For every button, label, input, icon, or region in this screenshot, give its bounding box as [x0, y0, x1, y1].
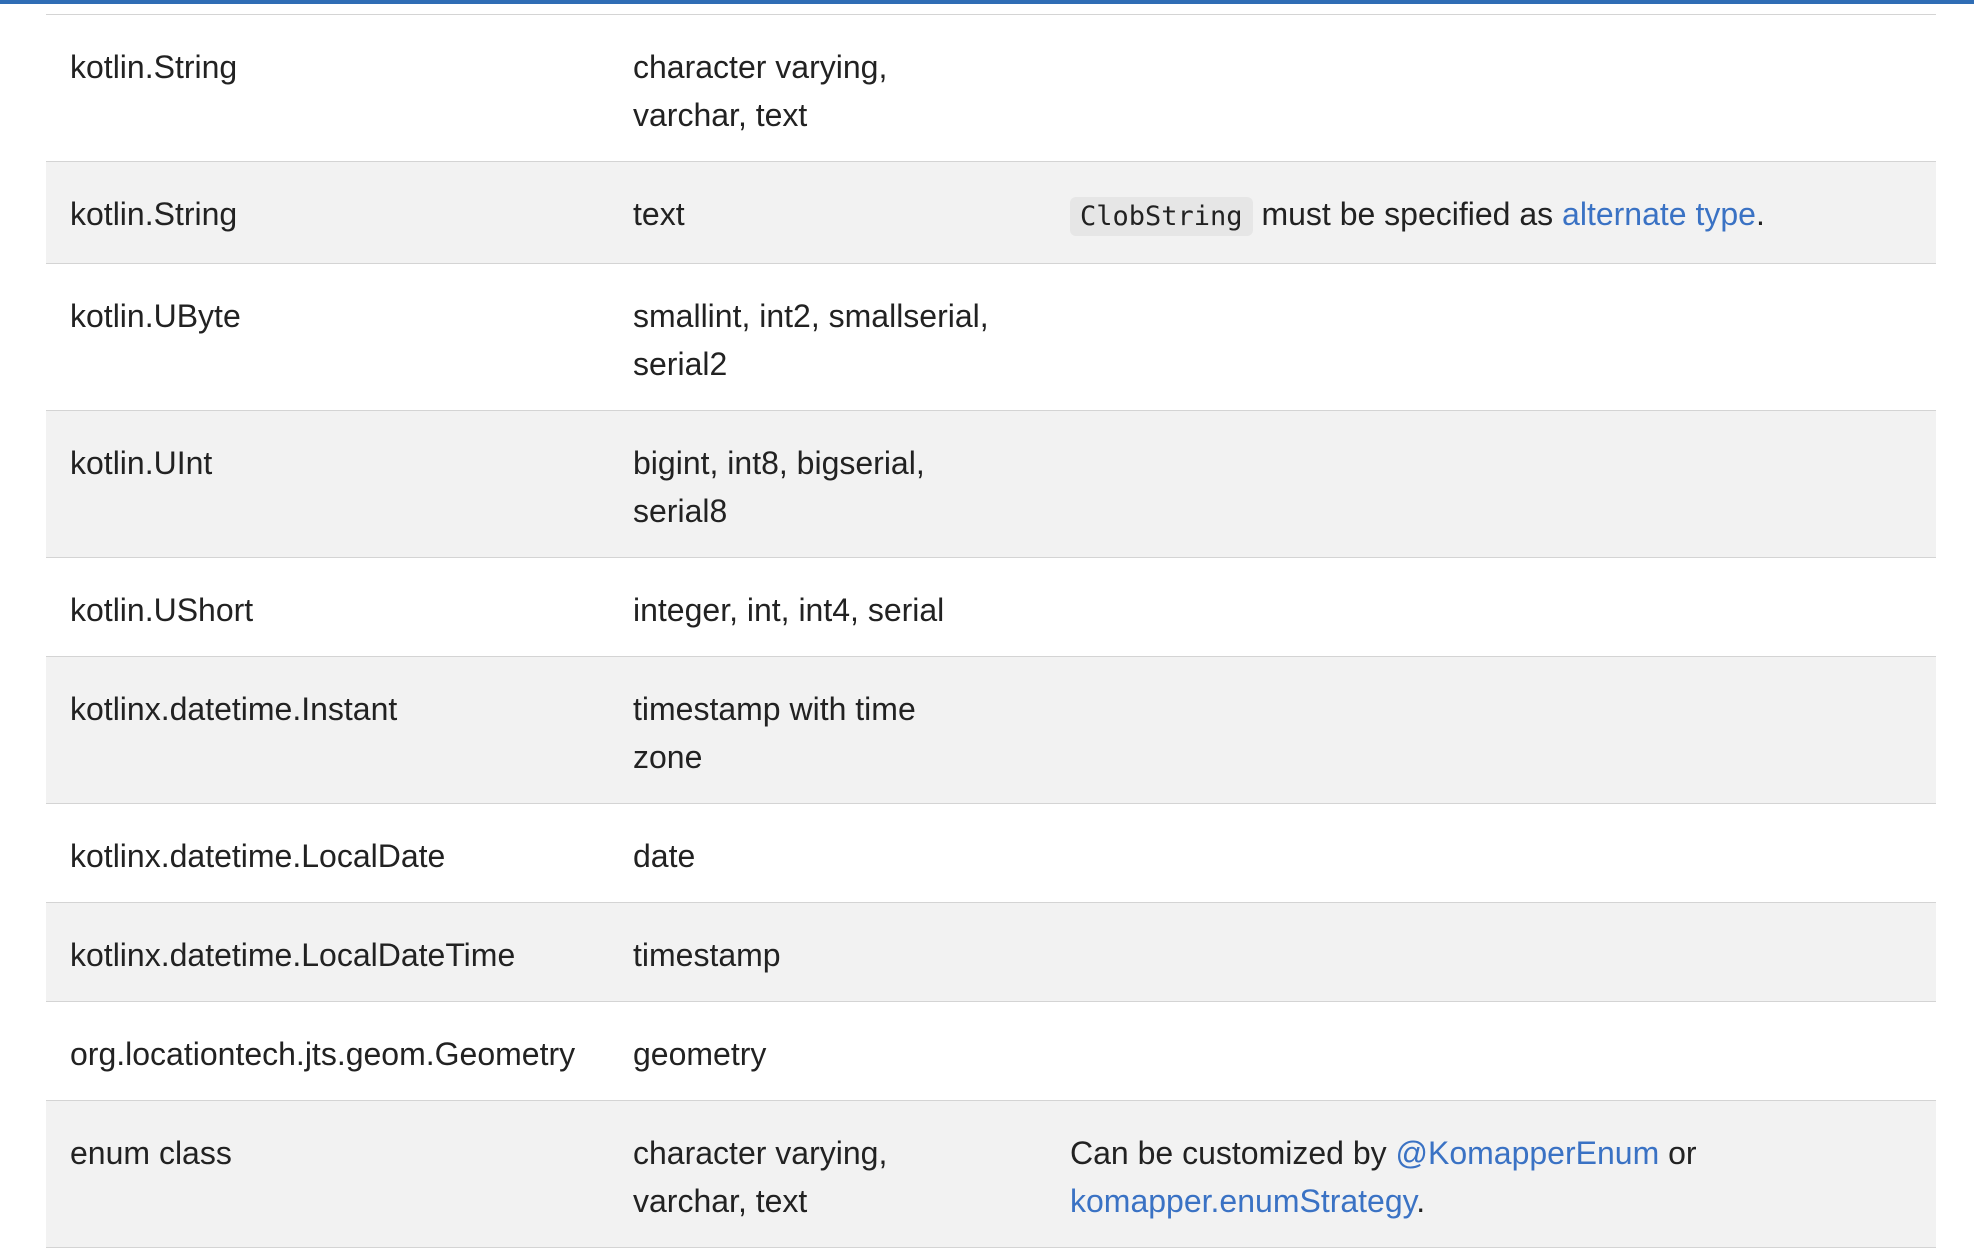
kotlin-type-cell: kotlin.UShort: [70, 592, 254, 628]
sql-type-line: zone: [633, 739, 703, 775]
note-end: .: [1416, 1183, 1426, 1219]
note-cell: [1056, 804, 1936, 903]
code-snippet: ClobString: [1070, 197, 1253, 236]
sql-type-line: timestamp with time: [633, 691, 916, 727]
sql-type-line: geometry: [633, 1036, 767, 1072]
kotlin-type-cell: kotlinx.datetime.LocalDate: [70, 838, 446, 874]
note-text: or: [1659, 1135, 1697, 1171]
kotlin-type-cell: org.locationtech.jts.geom.Geometry: [70, 1036, 576, 1072]
note-text: must be specified as: [1252, 196, 1563, 232]
type-mapping-table: kotlin.String character varying, varchar…: [46, 14, 1936, 1248]
kotlin-type-cell: kotlin.String: [70, 196, 238, 232]
note-cell: ClobString must be specified as alternat…: [1056, 162, 1936, 264]
table-row: enum class character varying, varchar, t…: [46, 1100, 1936, 1248]
table-row: kotlin.String character varying, varchar…: [46, 14, 1936, 162]
alternate-type-link[interactable]: alternate type: [1562, 196, 1756, 232]
sql-type-cell: smallint, int2, smallserial, serial2: [626, 264, 1056, 411]
sql-type-line: serial2: [633, 346, 728, 382]
sql-type-line: character varying,: [633, 49, 888, 85]
sql-type-cell: timestamp with time zone: [626, 657, 1056, 804]
kotlin-type-cell: kotlin.UByte: [70, 298, 241, 334]
sql-type-cell: integer, int, int4, serial: [626, 558, 1056, 657]
note-end: .: [1755, 196, 1765, 232]
table-row: kotlinx.datetime.LocalDateTime timestamp: [46, 902, 1936, 1002]
sql-type-line: serial8: [633, 493, 728, 529]
kotlin-type-cell: kotlinx.datetime.Instant: [70, 691, 398, 727]
note-text: Can be customized by: [1070, 1135, 1396, 1171]
table-row: kotlin.UShort integer, int, int4, serial: [46, 557, 1936, 657]
note-cell: [1056, 558, 1936, 657]
note-cell: [1056, 903, 1936, 1002]
sql-type-cell: character varying, varchar, text: [626, 15, 1056, 162]
sql-type-line: character varying,: [633, 1135, 888, 1171]
note-cell: [1056, 411, 1936, 558]
table-row: kotlinx.datetime.Instant timestamp with …: [46, 656, 1936, 804]
sql-type-line: bigint, int8, bigserial,: [633, 445, 925, 481]
table-row: kotlin.UByte smallint, int2, smallserial…: [46, 263, 1936, 411]
sql-type-cell: text: [626, 162, 1056, 264]
sql-type-cell: timestamp: [626, 903, 1056, 1002]
kotlin-type-cell: enum class: [70, 1135, 232, 1171]
table-row: kotlin.UInt bigint, int8, bigserial, ser…: [46, 410, 1936, 558]
sql-type-line: date: [633, 838, 696, 874]
sql-type-line: timestamp: [633, 937, 781, 973]
sql-type-cell: character varying, varchar, text: [626, 1101, 1056, 1248]
sql-type-line: text: [633, 196, 685, 232]
top-accent-bar: [0, 0, 1974, 4]
type-mapping-table-container: kotlin.String character varying, varchar…: [46, 14, 1936, 1248]
kotlin-type-cell: kotlinx.datetime.LocalDateTime: [70, 937, 516, 973]
table-row: kotlin.String text ClobString must be sp…: [46, 161, 1936, 264]
note-cell: [1056, 15, 1936, 162]
sql-type-line: smallint, int2, smallserial,: [633, 298, 989, 334]
sql-type-cell: geometry: [626, 1002, 1056, 1101]
table-row: kotlinx.datetime.LocalDate date: [46, 803, 1936, 903]
table-row: org.locationtech.jts.geom.Geometry geome…: [46, 1001, 1936, 1101]
sql-type-line: varchar, text: [633, 97, 808, 133]
note-cell: [1056, 657, 1936, 804]
kotlin-type-cell: kotlin.String: [70, 49, 238, 85]
note-cell: [1056, 1002, 1936, 1101]
note-cell: [1056, 264, 1936, 411]
kotlin-type-cell: kotlin.UInt: [70, 445, 213, 481]
note-cell: Can be customized by @KomapperEnum or kom…: [1056, 1101, 1936, 1248]
enum-strategy-link[interactable]: komapper.enumStrategy: [1070, 1183, 1416, 1219]
sql-type-line: varchar, text: [633, 1183, 808, 1219]
komapper-enum-link[interactable]: @KomapperEnum: [1396, 1135, 1660, 1171]
sql-type-line: integer, int, int4, serial: [633, 592, 945, 628]
sql-type-cell: bigint, int8, bigserial, serial8: [626, 411, 1056, 558]
sql-type-cell: date: [626, 804, 1056, 903]
